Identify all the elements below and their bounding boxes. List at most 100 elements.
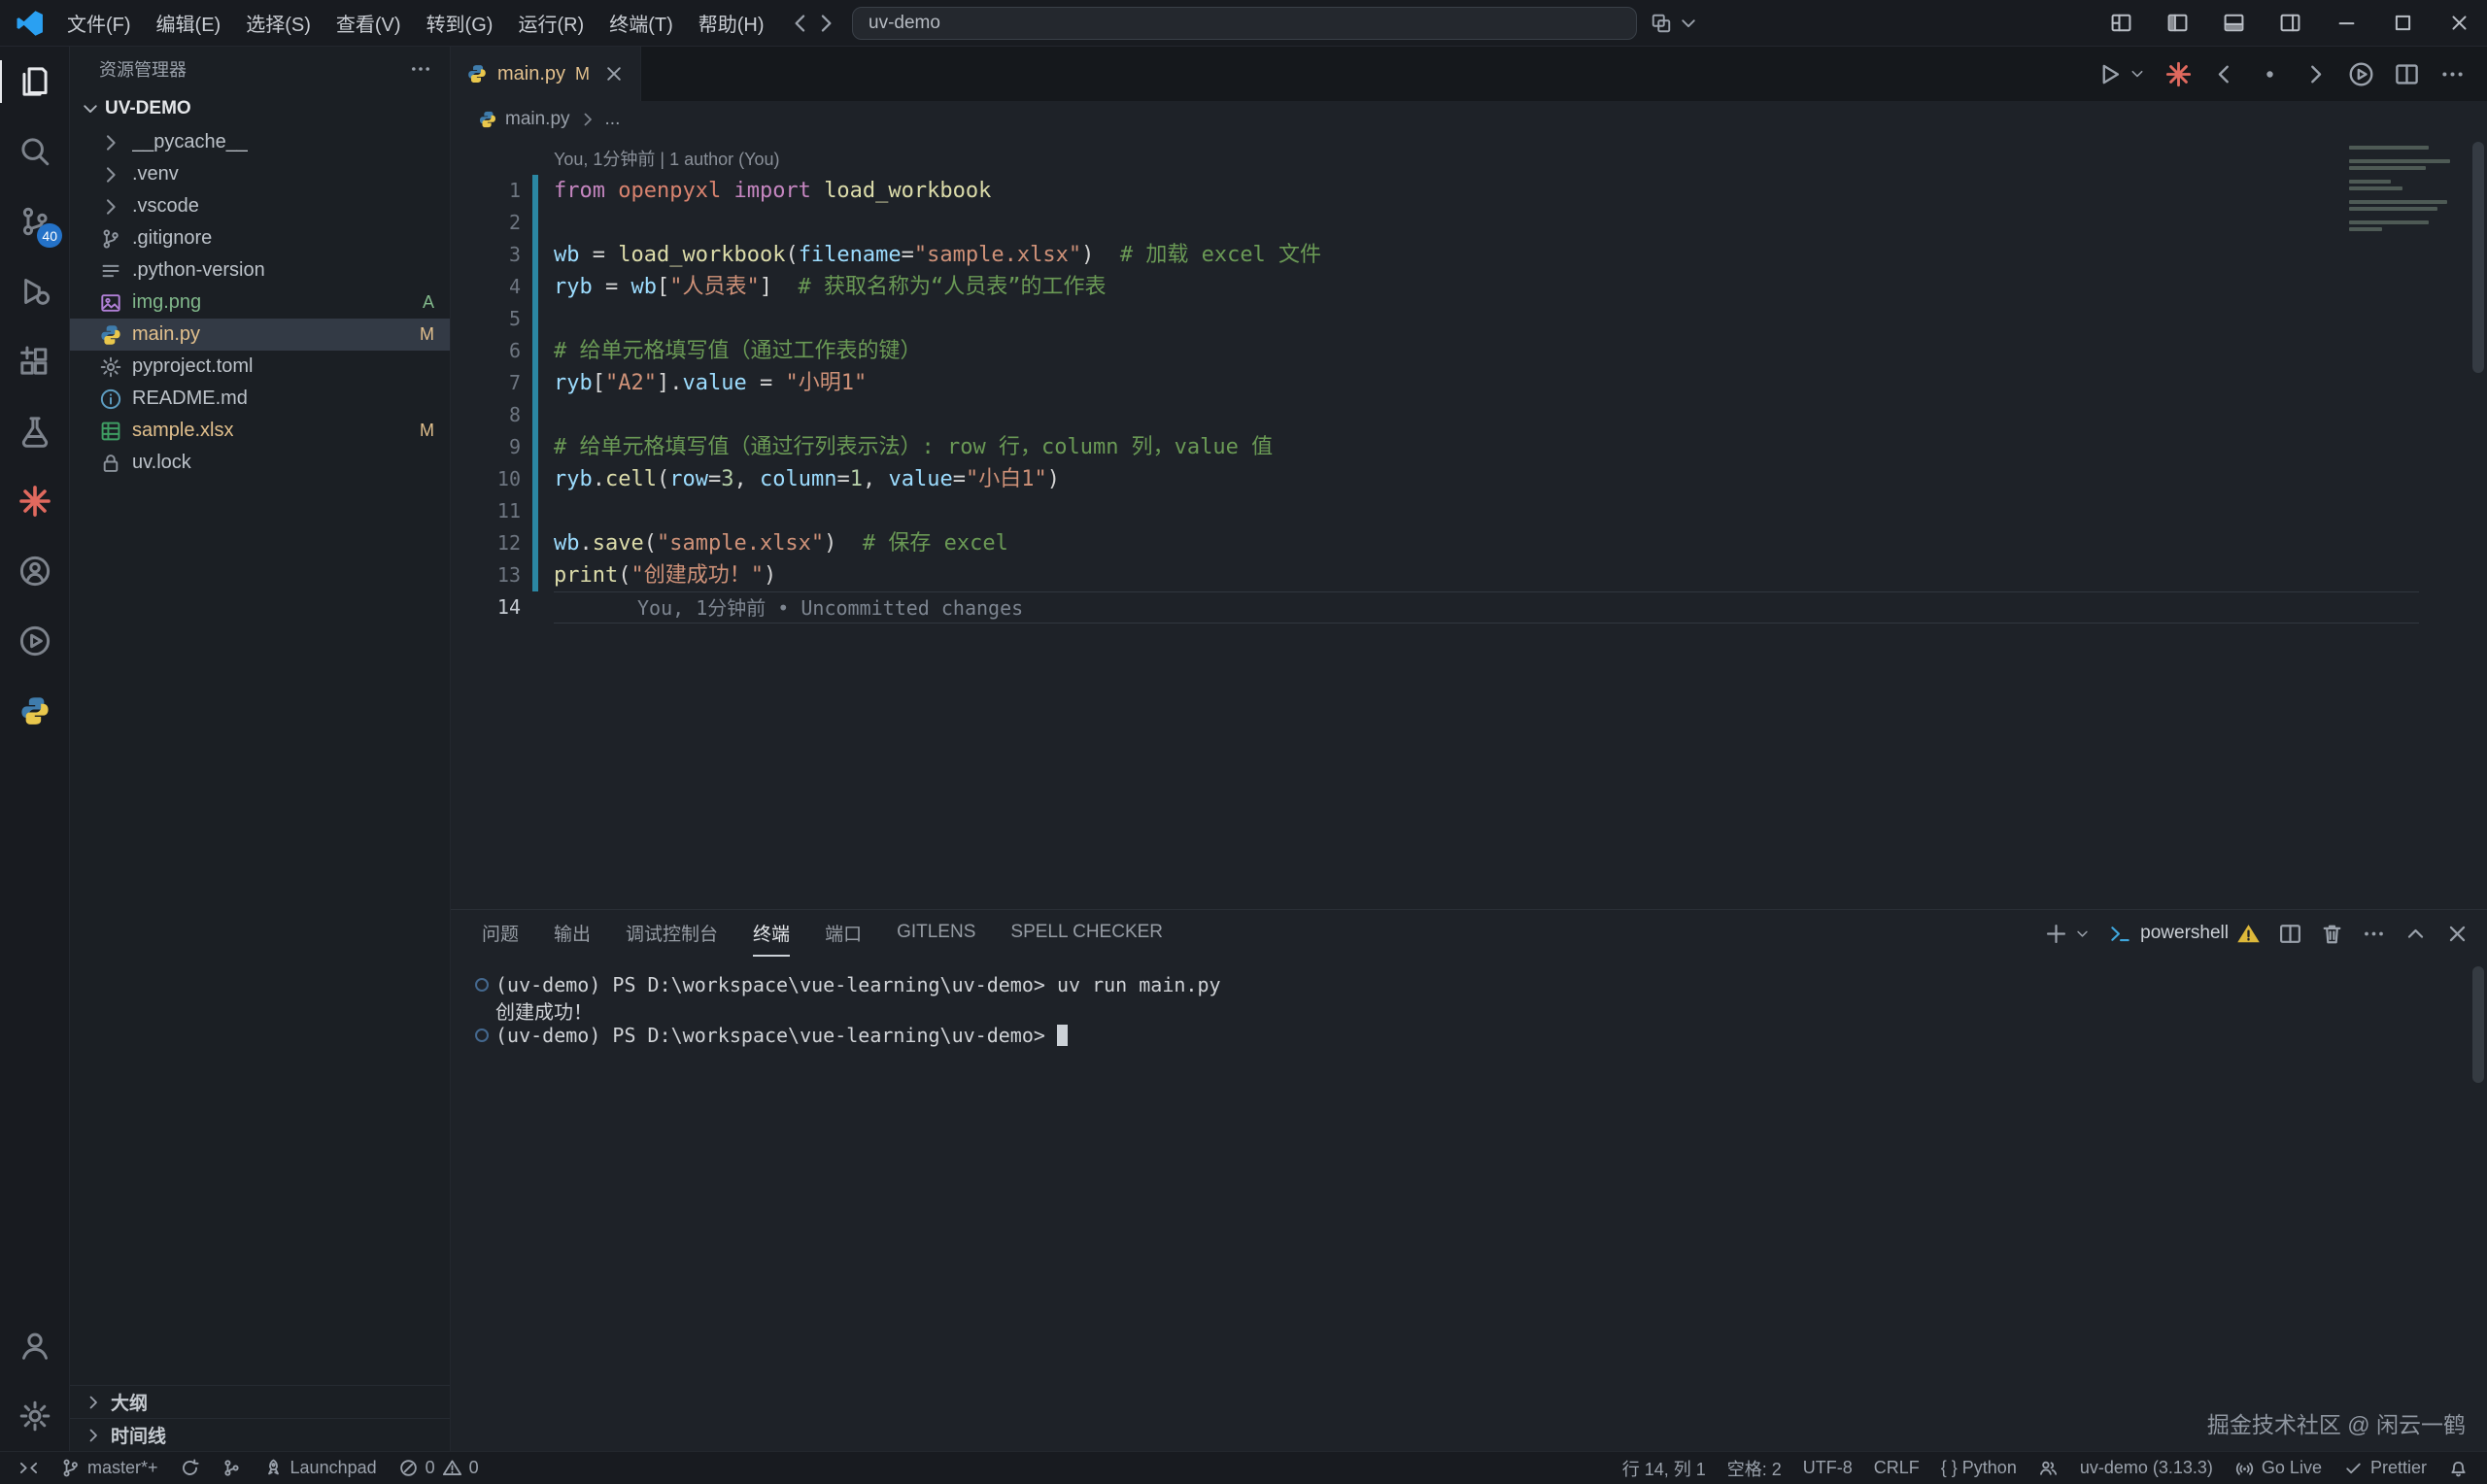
file-item-pycache[interactable]: __pycache__ [70,126,450,158]
run-below-button[interactable] [2348,61,2374,87]
file-item-pyproject-toml[interactable]: pyproject.toml [70,351,450,383]
menu-帮助-h[interactable]: 帮助(H) [686,0,777,46]
activity-explorer[interactable] [0,47,69,117]
terminal-instance-powershell[interactable]: powershell [2108,922,2261,946]
close-panel-button[interactable] [2445,922,2470,946]
breadcrumb-item-item[interactable]: ... [605,109,621,130]
notifications[interactable] [2437,1452,2479,1484]
activity-python[interactable] [0,676,69,746]
run-python-file-button[interactable] [2096,61,2123,87]
maximize-panel-button[interactable] [2403,922,2428,946]
go-back[interactable] [788,11,813,36]
navigate-forward-button[interactable] [2302,61,2329,87]
activity-accounts[interactable] [0,1311,69,1381]
command-center-dropdown[interactable] [1678,13,1699,34]
toggle-primary-sidebar-button[interactable] [2149,0,2205,46]
split-terminal-button[interactable] [2278,922,2302,946]
commit-graph[interactable] [211,1452,253,1484]
copilot[interactable] [1651,13,1672,34]
encoding[interactable]: UTF-8 [1792,1452,1863,1484]
breadcrumb-item-main-py[interactable]: main.py [505,109,570,130]
file-item-python-version[interactable]: .python-version [70,254,450,287]
panel-tab-问题[interactable]: 问题 [482,910,519,957]
git-sync[interactable] [169,1452,211,1484]
command-center-search[interactable]: uv-demo [852,7,1637,40]
file-item-sample-xlsx[interactable]: sample.xlsxM [70,415,450,447]
menu-查看-v[interactable]: 查看(V) [324,0,414,46]
panel-tab-调试控制台[interactable]: 调试控制台 [626,910,718,957]
language-mode[interactable]: { } Python [1930,1452,2027,1484]
split-editor-button[interactable] [2394,61,2420,87]
panel-tab-端口[interactable]: 端口 [825,910,862,957]
menu-编辑-e[interactable]: 编辑(E) [144,0,234,46]
file-item-uv-lock[interactable]: uv.lock [70,447,450,479]
minimap[interactable] [2349,146,2456,238]
codelens-blame[interactable]: You, 1分钟前 | 1 author (You) [554,146,2487,171]
file-item-vscode[interactable]: .vscode [70,190,450,222]
maximize-button[interactable] [2374,0,2431,46]
menu-选择-s[interactable]: 选择(S) [233,0,324,46]
menu-文件-f[interactable]: 文件(F) [54,0,144,46]
section-label: 大纲 [111,1389,148,1415]
prettier[interactable]: Prettier [2333,1452,2437,1484]
python-interpreter[interactable]: uv-demo (3.13.3) [2069,1452,2224,1484]
activity-extensions[interactable] [0,326,69,396]
file-item-img-png[interactable]: img.pngA [70,287,450,319]
activity-extension-sparkle[interactable] [0,466,69,536]
panel-tab-终端[interactable]: 终端 [753,910,790,957]
indentation[interactable]: 空格: 2 [1717,1452,1792,1484]
more-actions-button[interactable] [2439,61,2466,87]
file-item-gitignore[interactable]: .gitignore [70,222,450,254]
file-item-readme-md[interactable]: README.md [70,383,450,415]
toggle-panel-button[interactable] [2205,0,2262,46]
go-forward[interactable] [813,11,838,36]
extension-action-button[interactable] [2165,61,2192,87]
close-icon[interactable] [603,63,625,84]
current-position-button[interactable] [2257,61,2283,87]
file-item-venv[interactable]: .venv [70,158,450,190]
file-item-main-py[interactable]: main.pyM [70,319,450,351]
minimize-button[interactable] [2318,0,2374,46]
section-大纲[interactable]: 大纲 [70,1385,450,1418]
terminal-more-button[interactable] [2362,922,2386,946]
section-时间线[interactable]: 时间线 [70,1418,450,1451]
activity-source-control[interactable]: 40 [0,186,69,256]
activity-run-and-debug[interactable] [0,256,69,326]
remote-indicator[interactable] [8,1452,50,1484]
tab-main-py[interactable]: main.py M [451,47,641,101]
project-root[interactable]: UV-DEMO [70,91,450,126]
activity-search[interactable] [0,117,69,186]
status-bar: master*+ Launchpad00 行 14, 列 1空格: 2UTF-8C… [0,1451,2487,1484]
live-share[interactable] [2027,1452,2069,1484]
toggle-secondary-sidebar-button[interactable] [2262,0,2318,46]
terminal-scrollbar[interactable] [2472,966,2484,1083]
activity-testing[interactable] [0,396,69,466]
go-live[interactable]: Go Live [2224,1452,2333,1484]
editor-scrollbar[interactable] [2472,142,2484,373]
menu-转到-g[interactable]: 转到(G) [414,0,506,46]
activity-manage[interactable] [0,1381,69,1451]
kill-terminal-button[interactable] [2320,922,2344,946]
views-more-icon[interactable] [409,57,432,81]
git-branch[interactable]: master*+ [50,1452,169,1484]
new-terminal-button[interactable] [2044,922,2068,946]
panel-tab-spell-checker[interactable]: SPELL CHECKER [1010,910,1163,957]
activity-extension-account[interactable] [0,536,69,606]
panel-tab-gitlens[interactable]: GITLENS [897,910,975,957]
cursor-position[interactable]: 行 14, 列 1 [1612,1452,1717,1484]
menu-终端-t[interactable]: 终端(T) [596,0,686,46]
panel-tab-输出[interactable]: 输出 [554,910,591,957]
terminal[interactable]: (uv-demo) PS D:\workspace\vue-learning\u… [451,957,2487,1451]
eol[interactable]: CRLF [1863,1452,1930,1484]
gitlens-launchpad[interactable]: Launchpad [253,1452,388,1484]
code-editor[interactable]: You, 1分钟前 | 1 author (You) 1from openpyx… [451,138,2487,909]
run-dropdown-button[interactable] [2142,65,2146,83]
problems[interactable]: 00 [388,1452,490,1484]
menu-运行-r[interactable]: 运行(R) [505,0,596,46]
file-label: pyproject.toml [132,355,254,378]
close-window-button[interactable] [2431,0,2487,46]
activity-extension-runner[interactable] [0,606,69,676]
customize-layout-button[interactable] [2093,0,2149,46]
terminal-dropdown-button[interactable] [2086,926,2091,942]
navigate-back-button[interactable] [2211,61,2237,87]
